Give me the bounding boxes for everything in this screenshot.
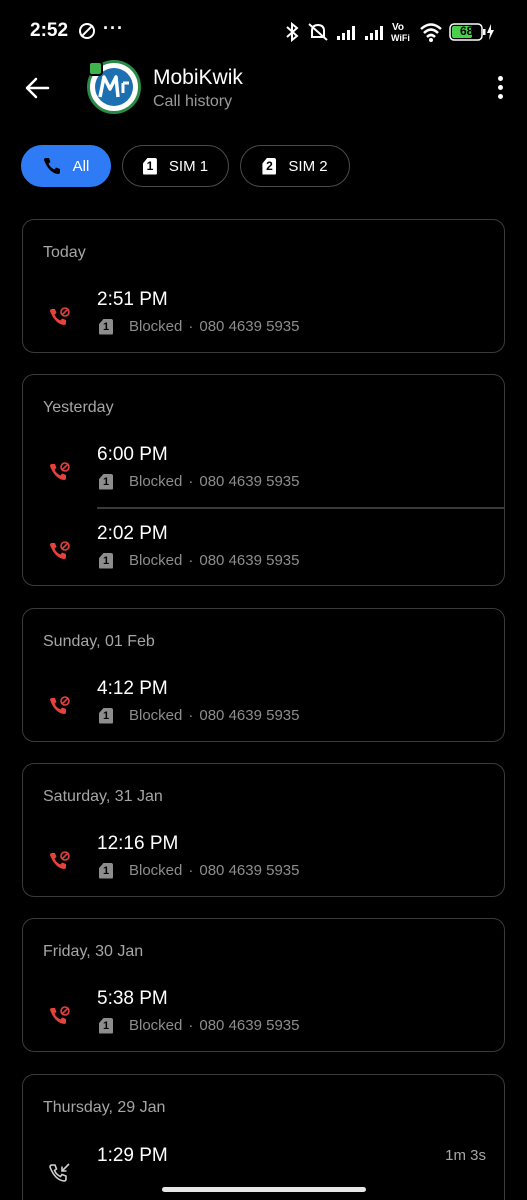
vowifi-icon: VoWiFi bbox=[391, 22, 410, 42]
status-time: 2:52 bbox=[30, 20, 69, 41]
blocked-call-icon bbox=[50, 462, 70, 480]
phone-number: 080 4639 5935 bbox=[199, 707, 300, 724]
sim-icon: 1 bbox=[99, 707, 113, 724]
call-status: Blocked bbox=[129, 552, 183, 569]
call-group-card: Thursday, 29 Jan 1:29 PM 1m 3s bbox=[22, 1074, 505, 1200]
battery-level: 68 bbox=[460, 24, 474, 38]
call-time: 2:51 PM bbox=[97, 289, 168, 310]
group-date: Friday, 30 Jan bbox=[43, 943, 144, 960]
entry-divider bbox=[97, 507, 504, 509]
page-subtitle: Call history bbox=[153, 93, 233, 110]
call-entry[interactable]: 4:12 PM 1 Blocked · 080 4639 5935 bbox=[23, 672, 504, 741]
svg-text:WiFi: WiFi bbox=[391, 33, 410, 42]
call-details: 1 Blocked · 080 4639 5935 bbox=[99, 552, 299, 569]
call-time: 4:12 PM bbox=[97, 678, 168, 699]
silent-bell-icon bbox=[308, 23, 328, 41]
call-details: 1 Blocked · 080 4639 5935 bbox=[99, 862, 299, 879]
sim-icon: 1 bbox=[99, 473, 113, 490]
call-status: Blocked bbox=[129, 473, 183, 490]
call-entry[interactable]: 6:00 PM 1 Blocked · 080 4639 5935 bbox=[23, 438, 504, 508]
call-group-card: Sunday, 01 Feb 4:12 PM 1 Blocked · 080 4… bbox=[22, 608, 505, 742]
blocked-call-icon bbox=[50, 541, 70, 559]
back-arrow-icon[interactable] bbox=[22, 72, 54, 104]
group-date: Today bbox=[43, 244, 86, 261]
call-time: 1:29 PM bbox=[97, 1145, 168, 1166]
call-group-card: Saturday, 31 Jan 12:16 PM 1 Blocked · 08… bbox=[22, 763, 505, 897]
sim-icon: 1 bbox=[99, 1017, 113, 1034]
sim2-icon: 2 bbox=[262, 157, 277, 175]
phone-number: 080 4639 5935 bbox=[199, 318, 300, 335]
call-group-card: Today 2:51 PM 1 Blocked · 080 4639 5935 bbox=[22, 219, 505, 353]
blocked-call-icon bbox=[50, 851, 70, 869]
sim-icon: 1 bbox=[99, 862, 113, 879]
filter-sim1-button[interactable]: 1 SIM 1 bbox=[122, 145, 229, 187]
blocked-call-icon bbox=[50, 307, 70, 325]
signal-icon-2 bbox=[365, 26, 383, 40]
filter-sim1-label: SIM 1 bbox=[168, 157, 209, 175]
sim1-icon: 1 bbox=[142, 157, 157, 175]
call-time: 5:38 PM bbox=[97, 988, 168, 1009]
call-entry[interactable]: 2:02 PM 1 Blocked · 080 4639 5935 bbox=[23, 517, 504, 585]
call-entry[interactable]: 2:51 PM 1 Blocked · 080 4639 5935 bbox=[23, 283, 504, 352]
svg-text:Vo: Vo bbox=[392, 22, 404, 33]
call-details: 1 Blocked · 080 4639 5935 bbox=[99, 1017, 299, 1034]
sim-icon: 1 bbox=[99, 318, 113, 335]
call-time: 2:02 PM bbox=[97, 523, 168, 544]
call-duration: 1m 3s bbox=[445, 1147, 486, 1164]
bluetooth-icon bbox=[286, 22, 299, 42]
filter-sim2-label: SIM 2 bbox=[288, 157, 328, 175]
more-options-icon[interactable] bbox=[495, 76, 505, 102]
call-details: 1 Blocked · 080 4639 5935 bbox=[99, 473, 299, 490]
phone-icon bbox=[43, 158, 60, 174]
group-date: Saturday, 31 Jan bbox=[43, 788, 163, 805]
sim-icon: 1 bbox=[99, 552, 113, 569]
call-status: Blocked bbox=[129, 862, 183, 879]
call-entry[interactable]: 5:38 PM 1 Blocked · 080 4639 5935 bbox=[23, 982, 504, 1051]
incoming-call-icon bbox=[49, 1163, 70, 1182]
more-notifications-icon: ··· bbox=[103, 18, 124, 38]
blocked-call-icon bbox=[50, 1006, 70, 1024]
blocked-call-icon bbox=[50, 696, 70, 714]
signal-icon-1 bbox=[337, 26, 355, 40]
phone-number: 080 4639 5935 bbox=[199, 473, 300, 490]
phone-number: 080 4639 5935 bbox=[199, 862, 300, 879]
call-status: Blocked bbox=[129, 707, 183, 724]
filter-sim2-button[interactable]: 2 SIM 2 bbox=[240, 145, 350, 187]
phone-number: 080 4639 5935 bbox=[199, 1017, 300, 1034]
call-details: 1 Blocked · 080 4639 5935 bbox=[99, 318, 299, 335]
call-entry[interactable]: 12:16 PM 1 Blocked · 080 4639 5935 bbox=[23, 827, 504, 896]
filter-all-label: All bbox=[72, 157, 90, 175]
lock-badge-icon bbox=[88, 61, 103, 76]
group-date: Sunday, 01 Feb bbox=[43, 633, 155, 650]
group-date: Yesterday bbox=[43, 399, 114, 416]
home-indicator[interactable] bbox=[162, 1187, 366, 1192]
wifi-icon bbox=[420, 23, 442, 42]
filter-all-button[interactable]: All bbox=[21, 145, 111, 187]
call-group-card: Yesterday 6:00 PM 1 Blocked · 080 4639 5… bbox=[22, 374, 505, 586]
group-date: Thursday, 29 Jan bbox=[43, 1099, 166, 1116]
call-details: 1 Blocked · 080 4639 5935 bbox=[99, 707, 299, 724]
do-not-disturb-icon bbox=[79, 23, 95, 39]
status-bar: 2:52 ··· Vo WiFi 68 bbox=[0, 0, 527, 62]
status-icons: Vo WiFi 68 bbox=[285, 18, 505, 46]
header: MobiKwik Call history bbox=[0, 58, 527, 122]
call-status: Blocked bbox=[129, 1017, 183, 1034]
call-time: 12:16 PM bbox=[97, 833, 179, 854]
contact-name: MobiKwik bbox=[153, 66, 243, 89]
call-group-card: Friday, 30 Jan 5:38 PM 1 Blocked · 080 4… bbox=[22, 918, 505, 1052]
call-time: 6:00 PM bbox=[97, 444, 168, 465]
phone-number: 080 4639 5935 bbox=[199, 552, 300, 569]
call-status: Blocked bbox=[129, 318, 183, 335]
